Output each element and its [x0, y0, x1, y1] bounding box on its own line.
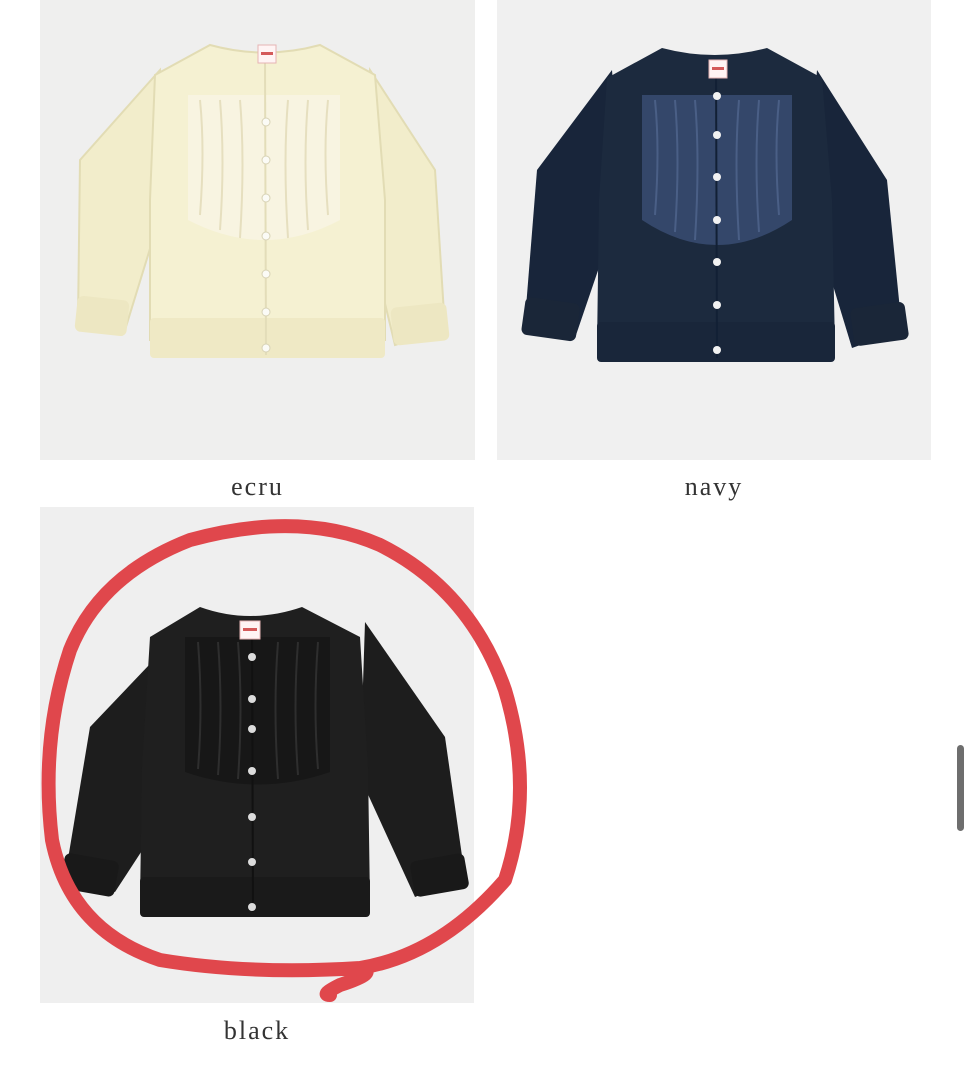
- scrollbar-thumb[interactable]: [957, 745, 964, 831]
- product-image-ecru[interactable]: [40, 0, 475, 460]
- product-image-black[interactable]: [40, 507, 474, 1003]
- product-color-grid: ecru navy black: [0, 0, 972, 1080]
- cardigan-ecru-illustration: [74, 43, 450, 358]
- cardigan-black-illustration: [60, 607, 469, 917]
- cardigan-navy-illustration: [521, 48, 909, 362]
- color-label-black: black: [223, 1016, 291, 1045]
- color-label-ecru: ecru: [231, 472, 284, 501]
- color-label-navy: navy: [684, 472, 744, 501]
- product-image-navy[interactable]: [497, 0, 931, 460]
